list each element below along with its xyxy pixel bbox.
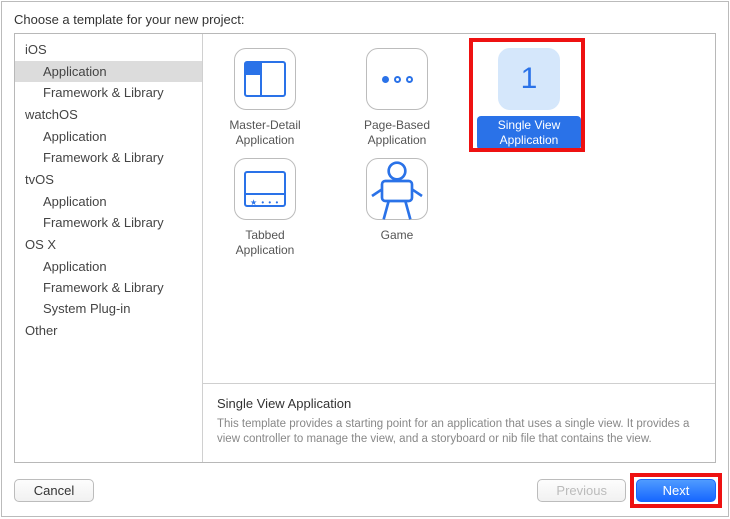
- game-icon: [366, 158, 428, 220]
- sidebar-item-osx-plugin[interactable]: System Plug-in: [15, 298, 202, 319]
- single-view-icon: 1: [498, 48, 560, 110]
- sidebar-item-watchos-framework[interactable]: Framework & Library: [15, 147, 202, 168]
- main-pane: Master-Detail Application Page-Based App…: [203, 34, 715, 462]
- header-title: Choose a template for your new project:: [14, 12, 245, 27]
- template-single-view[interactable]: 1 Single View Application: [477, 48, 581, 150]
- template-label: Tabbed Application: [213, 226, 317, 260]
- sidebar-item-tvos-application[interactable]: Application: [15, 191, 202, 212]
- content: iOS Application Framework & Library watc…: [14, 33, 716, 463]
- cancel-button[interactable]: Cancel: [14, 479, 94, 502]
- previous-button[interactable]: Previous: [537, 479, 626, 502]
- description-body: This template provides a starting point …: [217, 417, 701, 448]
- page-based-icon: [366, 48, 428, 110]
- sidebar-group-osx[interactable]: OS X: [15, 233, 202, 256]
- next-button[interactable]: Next: [636, 479, 716, 502]
- sidebar-item-osx-framework[interactable]: Framework & Library: [15, 277, 202, 298]
- sidebar-item-tvos-framework[interactable]: Framework & Library: [15, 212, 202, 233]
- template-tabbed[interactable]: Tabbed Application: [213, 158, 317, 260]
- sidebar-group-other[interactable]: Other: [15, 319, 202, 342]
- sidebar-group-tvos[interactable]: tvOS: [15, 168, 202, 191]
- description-title: Single View Application: [217, 396, 701, 411]
- sidebar-group-ios[interactable]: iOS: [15, 38, 202, 61]
- template-label: Game: [377, 226, 418, 256]
- sidebar-item-ios-application[interactable]: Application: [15, 61, 202, 82]
- footer: Cancel Previous Next: [2, 473, 728, 516]
- description-panel: Single View Application This template pr…: [203, 383, 715, 462]
- sidebar-item-osx-application[interactable]: Application: [15, 256, 202, 277]
- master-detail-icon: [234, 48, 296, 110]
- template-chooser-window: Choose a template for your new project: …: [1, 1, 729, 517]
- template-label: Master-Detail Application: [213, 116, 317, 150]
- header: Choose a template for your new project:: [2, 2, 728, 33]
- tabbed-icon: [234, 158, 296, 220]
- template-page-based[interactable]: Page-Based Application: [345, 48, 449, 150]
- sidebar-item-ios-framework[interactable]: Framework & Library: [15, 82, 202, 103]
- sidebar-item-watchos-application[interactable]: Application: [15, 126, 202, 147]
- sidebar-group-watchos[interactable]: watchOS: [15, 103, 202, 126]
- template-master-detail[interactable]: Master-Detail Application: [213, 48, 317, 150]
- sidebar: iOS Application Framework & Library watc…: [15, 34, 203, 462]
- template-game[interactable]: Game: [345, 158, 449, 260]
- template-label: Single View Application: [477, 116, 581, 150]
- template-label: Page-Based Application: [345, 116, 449, 150]
- templates-grid: Master-Detail Application Page-Based App…: [203, 34, 715, 383]
